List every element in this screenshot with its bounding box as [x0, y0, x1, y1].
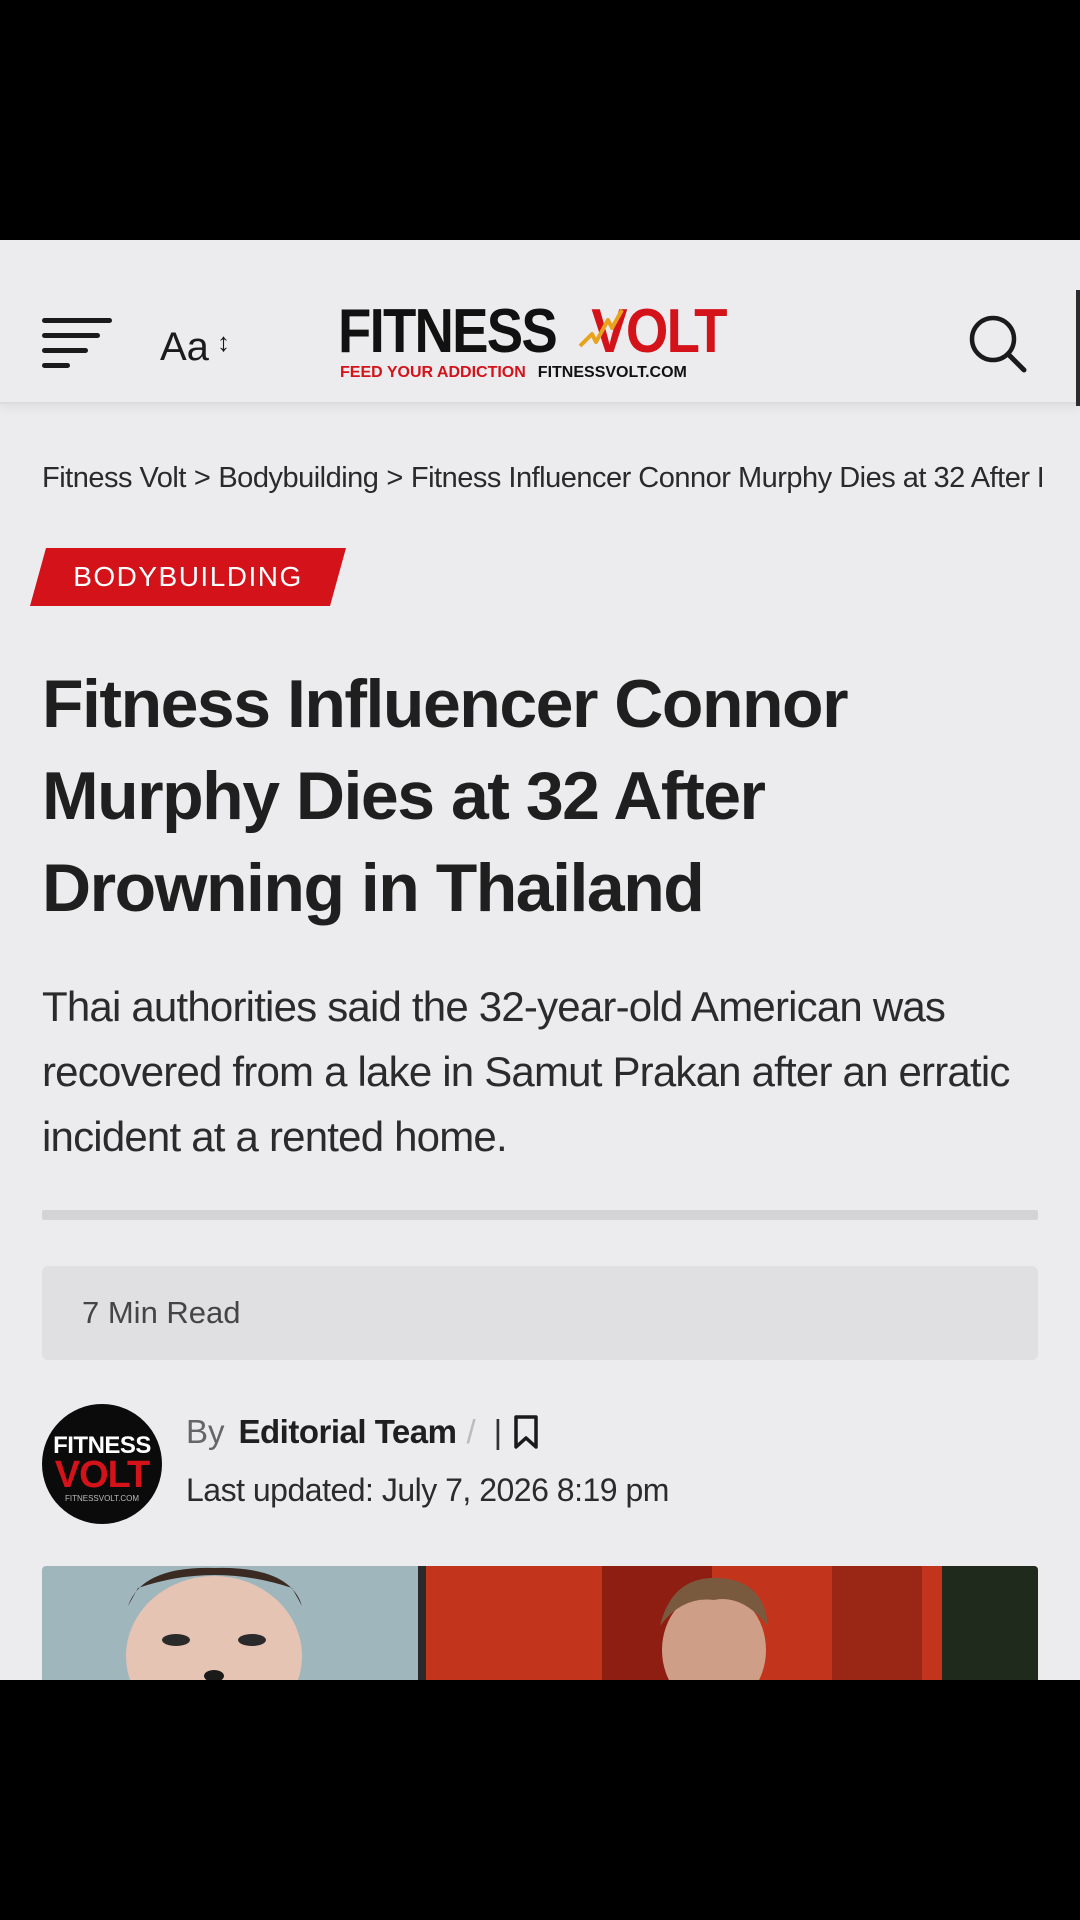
breadcrumb-item-bodybuilding[interactable]: Bodybuilding: [218, 462, 379, 494]
byline-divider: |: [493, 1413, 503, 1450]
article-subtitle: Thai authorities said the 32-year-old Am…: [42, 983, 1010, 1160]
site-logo[interactable]: FITNESS VOLT FEED YOUR ADDICTION FITNESSVO…: [338, 296, 742, 388]
read-time-box: 7 Min Read: [42, 1266, 1038, 1360]
author-name-link[interactable]: Editorial Team: [239, 1413, 457, 1451]
bookmark-icon[interactable]: [512, 1414, 540, 1450]
read-time-label: 7 Min Read: [82, 1295, 241, 1330]
byline: By Editorial Team / |: [186, 1410, 540, 1454]
featured-image[interactable]: [42, 1566, 1038, 1680]
last-updated: Last updated: July 7, 2026 8:19 pm: [186, 1472, 669, 1508]
avatar-logo-line3: FITNESSVOLT.COM: [64, 1494, 140, 1503]
breadcrumb: Fitness Volt > Bodybuilding > Fitness Influe…: [42, 462, 1042, 495]
section-divider: [42, 1210, 1038, 1220]
logo-word-fitness: FITNESS: [338, 297, 558, 366]
logo-tagline: FEED YOUR ADDICTION FITNESSVOLT.COM: [340, 364, 687, 382]
byline-prefix: By: [186, 1413, 225, 1450]
font-size-button[interactable]: Aa ↕: [160, 322, 230, 372]
font-size-label: Aa: [160, 324, 209, 369]
logo-tagline-left: FEED YOUR ADDICTION: [340, 364, 526, 381]
article-title: Fitness Influencer Connor Murphy Dies at…: [42, 666, 849, 926]
breadcrumb-item-current: Fitness Influencer Connor Murphy Dies at…: [410, 462, 1042, 494]
scrollbar[interactable]: [1076, 290, 1080, 406]
logo-tagline-right: FITNESSVOLT.COM: [537, 364, 687, 381]
site-header: Aa ↕ FITNESS VOLT FEED YOUR ADDICTION FITN…: [0, 240, 1080, 406]
resize-arrow-icon: ↕: [216, 326, 230, 357]
hamburger-menu-icon[interactable]: [42, 318, 114, 368]
browser-viewport: Aa ↕ FITNESS VOLT FEED YOUR ADDICTION FITN…: [0, 240, 1080, 1680]
byline-slash: /: [466, 1413, 476, 1450]
breadcrumb-separator: >: [386, 462, 403, 494]
category-badge-label: BODYBUILDING: [73, 561, 303, 592]
breadcrumb-item-home[interactable]: Fitness Volt: [42, 462, 186, 494]
author-avatar[interactable]: FITNESS VOLT FITNESSVOLT.COM: [42, 1404, 162, 1524]
lightning-bolt-icon: [578, 309, 624, 348]
search-icon[interactable]: [966, 312, 1028, 374]
category-badge[interactable]: BODYBUILDING: [30, 548, 346, 606]
avatar-logo-line2: VOLT: [54, 1454, 151, 1496]
logo-wordmark: FITNESS VOLT: [338, 296, 727, 367]
breadcrumb-separator: >: [193, 462, 211, 494]
